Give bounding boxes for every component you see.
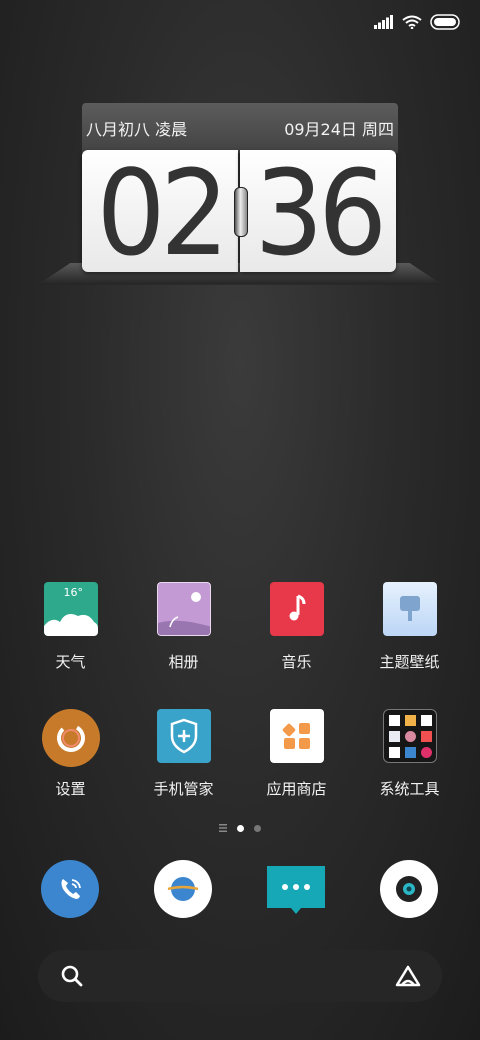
- gallery-icon: [156, 582, 211, 636]
- page-dot-active: [237, 824, 244, 832]
- status-bar: [374, 10, 462, 34]
- lunar-date: 八月初八 凌晨: [86, 120, 188, 139]
- flip-clock-widget[interactable]: 八月初八 凌晨 09月24日 周四 02 36: [38, 103, 442, 289]
- assistant-icon[interactable]: [394, 964, 422, 988]
- weather-icon: 16°: [43, 582, 98, 636]
- app-weather[interactable]: 16° 天气: [14, 582, 127, 672]
- battery-icon: [430, 14, 460, 30]
- wifi-icon: [402, 15, 422, 29]
- tools-folder-icon: [382, 709, 437, 763]
- security-icon: [156, 709, 211, 763]
- page-indicator[interactable]: [0, 824, 480, 832]
- app-store-icon: [269, 709, 324, 763]
- search-icon[interactable]: [60, 964, 84, 988]
- clock-date-header: 八月初八 凌晨 09月24日 周四: [82, 103, 398, 153]
- app-store[interactable]: 应用商店: [240, 709, 353, 799]
- page-dot: [254, 824, 261, 832]
- clock-hours: 02: [82, 150, 238, 272]
- phone-icon: [61, 879, 81, 899]
- theme-icon: [382, 582, 437, 636]
- menu-lines-icon: [219, 824, 227, 832]
- clock-hinge: [234, 187, 248, 237]
- camera-icon: [396, 876, 422, 902]
- browser-icon: [167, 877, 199, 901]
- search-bar[interactable]: [38, 950, 442, 1002]
- app-themes[interactable]: 主题壁纸: [353, 582, 466, 672]
- clock-minutes: 36: [240, 150, 396, 272]
- settings-icon: [41, 709, 100, 767]
- signal-icon: [374, 15, 393, 29]
- app-music[interactable]: 音乐: [240, 582, 353, 672]
- app-settings[interactable]: 设置: [14, 709, 127, 799]
- dock-phone[interactable]: [41, 860, 99, 918]
- dock-camera[interactable]: [380, 860, 438, 918]
- calendar-date: 09月24日 周四: [284, 120, 394, 139]
- app-system-tools-folder[interactable]: 系统工具: [353, 709, 466, 799]
- app-gallery[interactable]: 相册: [127, 582, 240, 672]
- dock-browser[interactable]: [154, 860, 212, 918]
- dock-messages[interactable]: [267, 866, 325, 914]
- app-security[interactable]: 手机管家: [127, 709, 240, 799]
- messages-icon: [267, 866, 325, 914]
- music-icon: [269, 582, 324, 636]
